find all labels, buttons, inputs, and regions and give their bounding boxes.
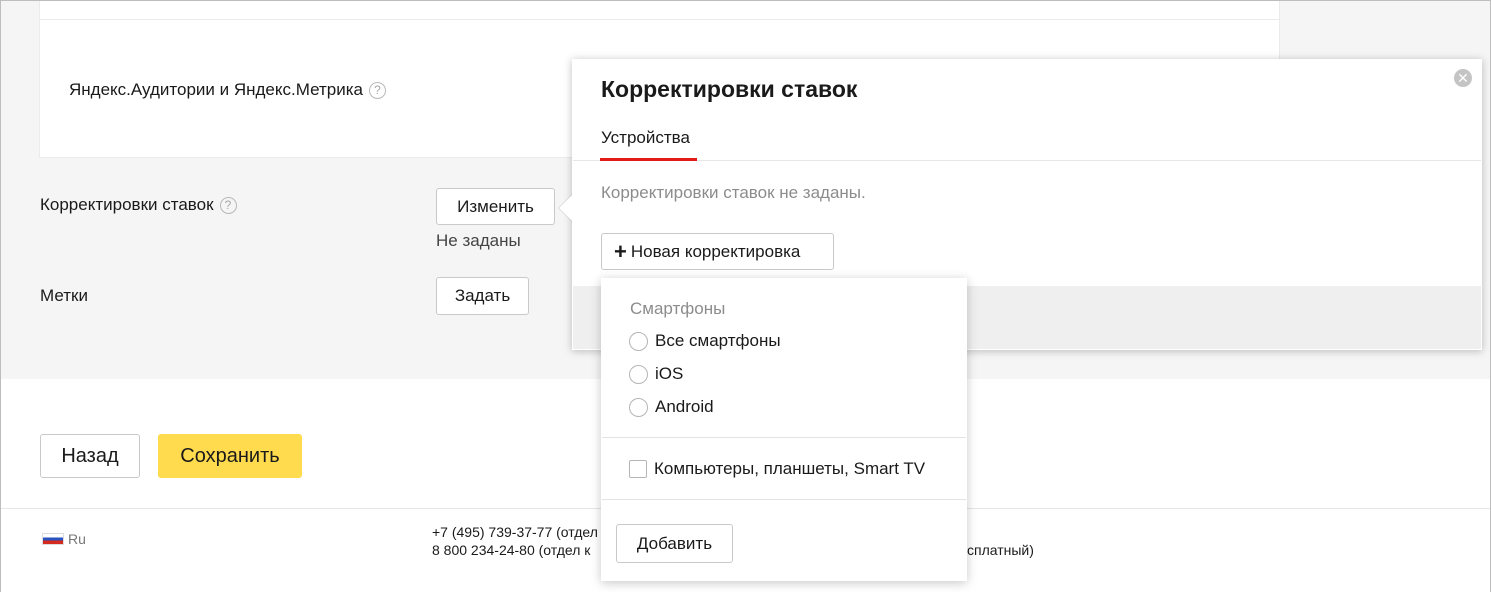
dropdown-divider [602, 499, 966, 500]
tags-label: Метки [40, 286, 88, 305]
change-bid-adjustments-button[interactable]: Изменить [436, 188, 555, 225]
audiences-row: Яндекс.Аудитории и Яндекс.Метрика? [69, 80, 386, 100]
bid-adjustments-row: Корректировки ставок? [40, 195, 237, 215]
help-icon[interactable]: ? [368, 82, 386, 99]
option-ios[interactable]: iOS [629, 364, 683, 384]
option-all-smartphones[interactable]: Все смартфоны [629, 331, 781, 351]
popup-title: Корректировки ставок [601, 76, 858, 102]
option-label: Компьютеры, планшеты, Smart TV [654, 459, 926, 478]
radio-button[interactable] [629, 364, 648, 384]
language-label: Ru [68, 531, 86, 547]
radio-button[interactable] [629, 397, 648, 417]
footer-phone-2: 8 800 234-24-80 (отдел к [432, 542, 591, 558]
bid-adjustments-status: Не заданы [436, 231, 521, 250]
save-button[interactable]: Сохранить [158, 434, 302, 478]
empty-message: Корректировки ставок не заданы. [601, 183, 866, 202]
back-button[interactable]: Назад [40, 434, 140, 478]
help-icon[interactable]: ? [219, 197, 237, 214]
option-label: Android [655, 397, 714, 416]
footer-phone-2-tail: сплатный) [967, 542, 1034, 558]
bid-adjustments-label: Корректировки ставок [40, 195, 214, 214]
radio-button[interactable] [629, 331, 648, 351]
smartphones-section-title: Смартфоны [630, 299, 726, 318]
russia-flag-icon [42, 533, 64, 545]
set-tags-button[interactable]: Задать [436, 277, 529, 315]
audiences-label: Яндекс.Аудитории и Яндекс.Метрика [69, 80, 363, 99]
add-button[interactable]: Добавить [616, 524, 733, 563]
language-switcher[interactable]: Ru [42, 531, 86, 547]
tab-devices[interactable]: Устройства [601, 128, 690, 148]
checkbox[interactable] [629, 460, 647, 478]
option-label: iOS [655, 364, 684, 383]
option-computers-tablets-tv[interactable]: Компьютеры, планшеты, Smart TV [629, 459, 925, 479]
active-tab-indicator [600, 158, 697, 161]
dropdown-divider [602, 437, 966, 438]
plus-icon: + [614, 239, 627, 264]
tabs-divider [573, 160, 1481, 161]
card-divider [40, 19, 1279, 20]
new-adjustment-label: Новая корректировка [630, 242, 801, 261]
option-android[interactable]: Android [629, 397, 714, 417]
option-label: Все смартфоны [655, 331, 781, 350]
close-icon[interactable]: ✕ [1454, 69, 1472, 87]
popup-arrow [559, 194, 573, 222]
footer-phone-1: +7 (495) 739-37-77 (отдел [432, 524, 598, 540]
new-adjustment-button[interactable]: + Новая корректировка [601, 233, 834, 270]
